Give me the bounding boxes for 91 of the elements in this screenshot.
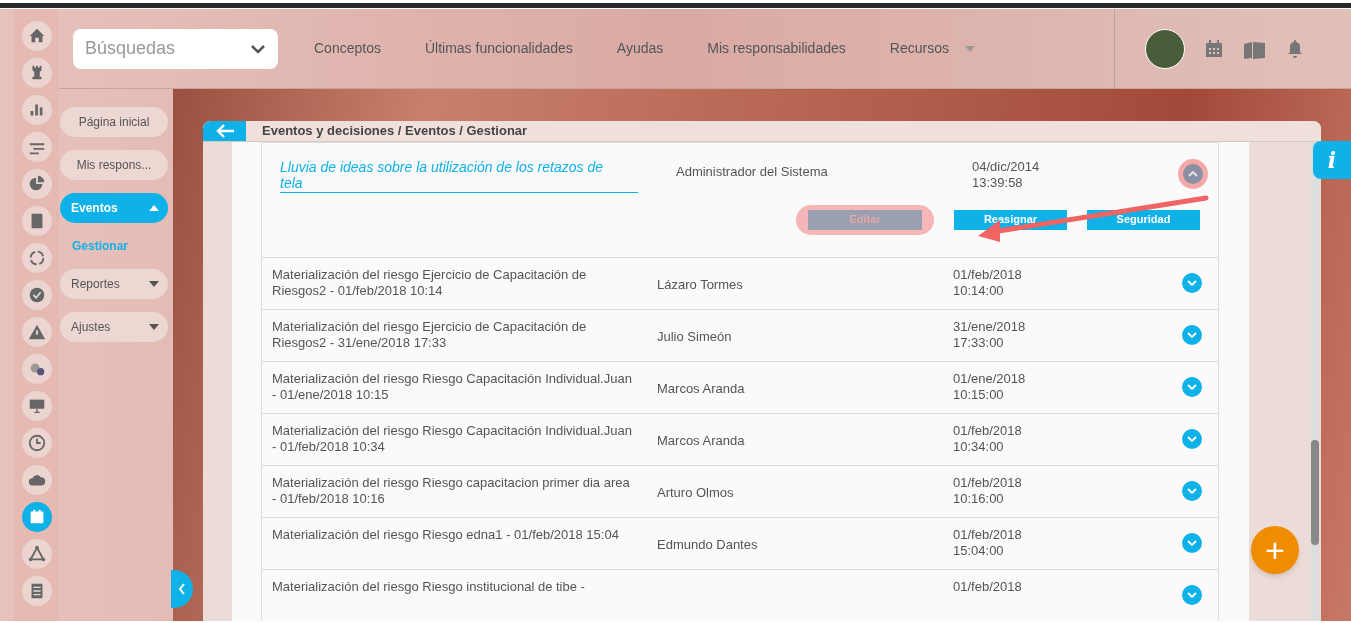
search-value: Búsquedas	[85, 37, 176, 60]
search-dropdown[interactable]: Búsquedas	[73, 28, 278, 69]
rail-button[interactable]	[21, 243, 52, 273]
rail-button[interactable]	[21, 317, 52, 347]
event-date: 01/feb/2018	[953, 526, 1023, 543]
chevron-down-icon	[1187, 383, 1197, 390]
back-arrow-icon	[214, 122, 235, 139]
rail-button[interactable]	[21, 576, 52, 606]
event-date: 01/feb/2018	[953, 474, 1023, 491]
sidebar-item[interactable]: Eventos	[60, 193, 168, 223]
caret-up-icon	[149, 205, 159, 211]
event-title-link[interactable]: Lluvia de ideas sobre la utilización de los retazos de tela	[280, 158, 638, 193]
chevron-down-icon	[1187, 539, 1197, 546]
rail-button[interactable]	[21, 21, 52, 51]
chevron-down-icon	[1187, 435, 1197, 442]
caret-down-icon	[964, 45, 975, 52]
rail-button[interactable]	[21, 502, 52, 532]
rail-button[interactable]	[21, 280, 52, 310]
user-name: Administrador del Sistema	[676, 163, 828, 179]
sidebar-item[interactable]: Ajustes	[60, 312, 168, 342]
user-name: Lázaro Tormes	[657, 276, 743, 292]
rail-button[interactable]	[21, 169, 52, 199]
expand-toggle-button[interactable]	[1182, 324, 1202, 345]
calendar-icon[interactable]	[1205, 39, 1223, 58]
menu-link[interactable]: Mis responsabilidades	[707, 38, 846, 59]
event-time: 13:39:58	[972, 174, 1024, 191]
event-time: 17:33:00	[953, 334, 1005, 351]
rail-button[interactable]	[21, 391, 52, 421]
user-name: Arturo Olmos	[657, 484, 734, 500]
chevron-down-icon	[1187, 591, 1197, 598]
rail-button[interactable]	[21, 428, 52, 458]
user-name: Julio Simeón	[657, 328, 732, 344]
event-date: 31/ene/2018	[953, 318, 1027, 335]
chevron-down-icon	[1187, 279, 1197, 286]
chevron-left-icon	[178, 583, 186, 595]
rail-button[interactable]	[21, 58, 52, 88]
triangle-nodes-icon	[26, 544, 47, 564]
expand-toggle-button[interactable]	[1182, 428, 1202, 449]
rail-button[interactable]	[21, 465, 52, 495]
menu-link[interactable]: Últimas funcionalidades	[424, 38, 573, 59]
event-title: Materialización del riesgo Ejercicio de Capacitación de Riesgos2 - 31/ene/2018 17:33	[272, 318, 588, 351]
user-name: Edmundo Dantes	[657, 536, 758, 552]
sidebar-item[interactable]: Reportes	[60, 269, 168, 299]
event-time: 10:14:00	[953, 282, 1005, 299]
expand-toggle-button[interactable]	[1182, 584, 1202, 605]
back-button[interactable]	[203, 121, 246, 141]
caret-down-icon	[149, 324, 159, 330]
rail-button[interactable]	[21, 132, 52, 162]
event-time: 10:15:00	[953, 386, 1005, 403]
event-title: Materialización del riesgo Riesgo edna1 - 01/feb/2018 15:04	[272, 526, 620, 543]
event-date: 01/feb/2018	[953, 266, 1023, 283]
sidebar-item[interactable]: Página inicial	[60, 107, 168, 137]
event-date: 04/dic/2014	[972, 158, 1041, 175]
event-time: 10:16:00	[953, 490, 1005, 507]
expand-toggle-button[interactable]	[1182, 480, 1202, 501]
sidebar-item[interactable]: Mis respons...	[60, 150, 168, 180]
caret-down-icon	[149, 281, 159, 287]
event-time: 15:04:00	[953, 542, 1005, 559]
event-time: 10:34:00	[953, 438, 1005, 455]
collapse-sidebar-button[interactable]	[171, 570, 193, 608]
menu-link[interactable]: Recursos	[889, 38, 949, 59]
chevron-down-icon	[1187, 487, 1197, 494]
menu-link[interactable]: Conceptos	[314, 38, 381, 59]
event-title: Materialización del riesgo Riesgo Capacitación Individual.Juan - 01/ene/2018 10:15	[272, 370, 633, 403]
event-title: Materialización del riesgo Riesgo capacitacion primer dia area - 01/feb/2018 10:16	[272, 474, 631, 507]
rail-button[interactable]	[21, 206, 52, 236]
event-date: 01/feb/2018	[953, 422, 1023, 439]
bell-icon[interactable]	[1287, 38, 1303, 59]
scrollbar-thumb[interactable]	[1311, 439, 1319, 545]
avatar[interactable]	[1145, 28, 1185, 69]
info-button[interactable]: i	[1313, 141, 1351, 179]
rail-button[interactable]	[21, 539, 52, 569]
clock-icon	[26, 433, 47, 453]
expand-toggle-button[interactable]	[1182, 376, 1202, 397]
breadcrumb: Eventos y decisiones / Eventos / Gestionar	[262, 122, 528, 140]
expand-toggle-button[interactable]	[1182, 532, 1202, 553]
rail-button[interactable]	[21, 95, 52, 125]
expand-toggle-button[interactable]	[1182, 272, 1202, 293]
chevron-down-icon	[1187, 331, 1197, 338]
chevron-up-icon	[1188, 170, 1198, 177]
event-date: 01/ene/2018	[953, 370, 1027, 387]
event-title: Materialización del riesgo Ejercicio de Capacitación de Riesgos2 - 01/feb/2018 10:14	[272, 266, 588, 299]
menu-link[interactable]: Ayudas	[616, 38, 664, 59]
rail-button[interactable]	[21, 354, 52, 384]
event-date: 01/feb/2018	[953, 578, 1023, 595]
expand-toggle-button[interactable]	[1178, 158, 1208, 189]
user-name: Marcos Aranda	[657, 432, 745, 448]
event-title: Materialización del riesgo Riesgo Capacitación Individual.Juan - 01/feb/2018 10:34	[272, 422, 633, 455]
user-name: Marcos Aranda	[657, 380, 745, 396]
chevron-down-icon	[250, 42, 266, 55]
event-title: Materialización del riesgo Riesgo institucional de tibe -	[272, 578, 586, 595]
